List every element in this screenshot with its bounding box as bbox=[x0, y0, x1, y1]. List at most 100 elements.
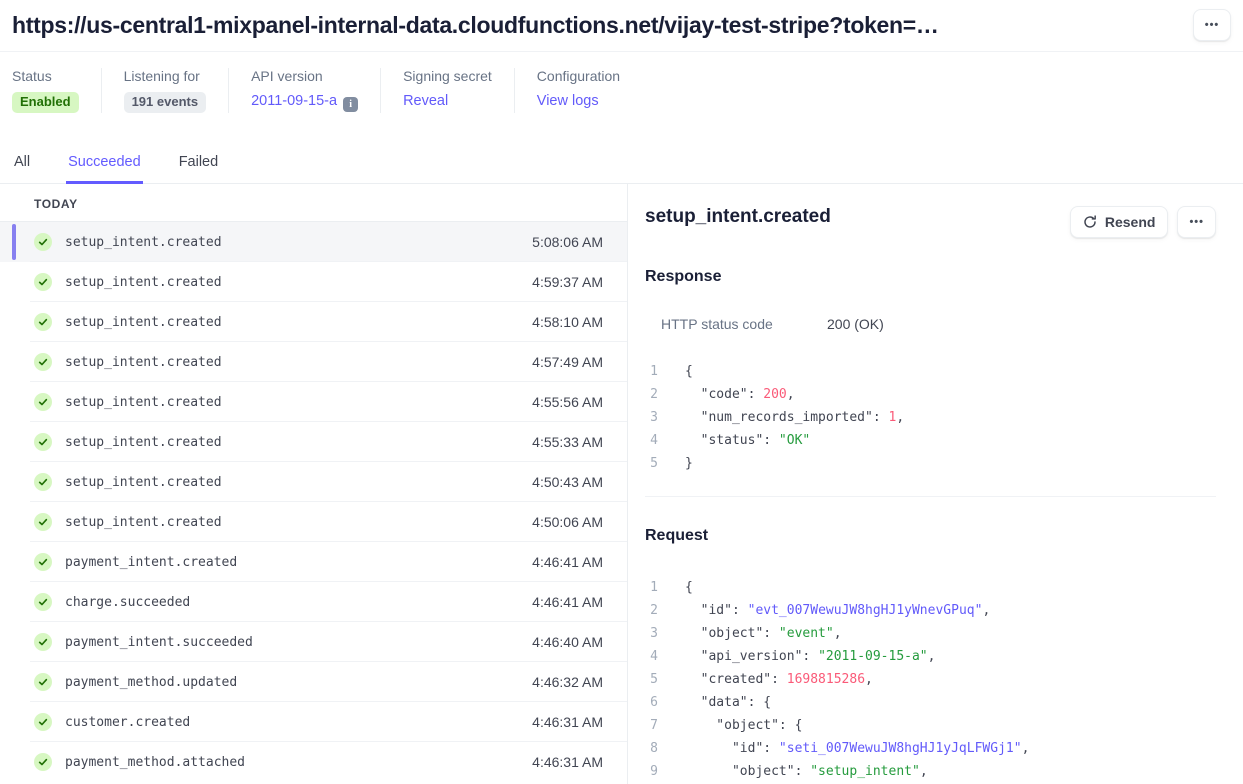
detail-actions: Resend ••• bbox=[1070, 206, 1216, 238]
event-time: 4:46:32 AM bbox=[532, 674, 603, 690]
code-token: "object": bbox=[685, 764, 810, 779]
code-line: 6 "data": { bbox=[645, 691, 1216, 714]
code-line: 4 "api_version": "2011-09-15-a", bbox=[645, 645, 1216, 668]
meta-link[interactable]: 2011-09-15-a bbox=[251, 93, 337, 109]
success-check-icon bbox=[34, 393, 52, 411]
event-type-label: payment_method.updated bbox=[65, 675, 237, 690]
code-line: 7 "object": { bbox=[645, 714, 1216, 737]
meta-item: API version 2011-09-15-a i bbox=[228, 68, 380, 113]
event-time: 4:46:41 AM bbox=[532, 594, 603, 610]
code-line-number: 4 bbox=[645, 429, 658, 452]
success-check-icon bbox=[34, 553, 52, 571]
event-type-label: setup_intent.created bbox=[65, 435, 222, 450]
meta-label: API version bbox=[251, 68, 358, 84]
response-section-heading: Response bbox=[645, 268, 1216, 286]
event-time: 4:59:37 AM bbox=[532, 274, 603, 290]
event-list-row[interactable]: payment_method.updated 4:46:32 AM bbox=[0, 662, 627, 702]
code-line-content: "status": "OK" bbox=[685, 429, 810, 452]
code-token: "seti_007WewuJW8hgHJ1yJqLFWGj1" bbox=[779, 741, 1022, 756]
selected-row-indicator bbox=[12, 224, 16, 260]
event-list-row[interactable]: customer.created 4:46:31 AM bbox=[0, 702, 627, 742]
event-type-label: payment_intent.succeeded bbox=[65, 635, 253, 650]
section-divider bbox=[645, 496, 1216, 497]
event-list-row[interactable]: setup_intent.created 4:50:43 AM bbox=[0, 462, 627, 502]
event-time: 4:46:31 AM bbox=[532, 754, 603, 770]
code-line: 5 "created": 1698815286, bbox=[645, 668, 1216, 691]
meta-link[interactable]: Reveal bbox=[403, 93, 448, 109]
main-split: TODAY setup_intent.created 5:08:06 AM se… bbox=[0, 184, 1243, 784]
code-token: "created": bbox=[685, 672, 787, 687]
list-date-header: TODAY bbox=[34, 197, 627, 211]
code-line-number: 7 bbox=[645, 714, 658, 737]
meta-item: Signing secret Reveal bbox=[380, 68, 514, 113]
code-token: "object": bbox=[685, 626, 779, 641]
code-line-number: 1 bbox=[645, 360, 658, 383]
success-check-icon bbox=[34, 233, 52, 251]
code-line: 4 "status": "OK" bbox=[645, 429, 1216, 452]
event-list-rows: setup_intent.created 5:08:06 AM setup_in… bbox=[0, 222, 627, 784]
success-check-icon bbox=[34, 313, 52, 331]
event-type-label: customer.created bbox=[65, 715, 190, 730]
code-token: "id": bbox=[685, 603, 748, 618]
ellipsis-icon: ••• bbox=[1205, 19, 1220, 31]
event-list-row[interactable]: payment_method.attached 4:46:31 AM bbox=[0, 742, 627, 782]
code-line-content: "id": "evt_007WewuJW8hgHJ1yWnevGPuq", bbox=[685, 599, 990, 622]
event-time: 4:55:33 AM bbox=[532, 434, 603, 450]
code-token: , bbox=[928, 649, 936, 664]
code-line-number: 2 bbox=[645, 383, 658, 406]
success-check-icon bbox=[34, 753, 52, 771]
tab-all[interactable]: All bbox=[12, 148, 32, 184]
detail-overflow-button[interactable]: ••• bbox=[1177, 206, 1216, 238]
code-token: "code": bbox=[685, 387, 763, 402]
endpoint-url-title: https://us-central1-mixpanel-internal-da… bbox=[12, 8, 939, 42]
event-time: 4:50:43 AM bbox=[532, 474, 603, 490]
event-list-row[interactable]: payment_intent.created 4:46:41 AM bbox=[0, 542, 627, 582]
code-token: "id": bbox=[685, 741, 779, 756]
event-type-label: setup_intent.created bbox=[65, 315, 222, 330]
success-check-icon bbox=[34, 593, 52, 611]
event-detail-title: setup_intent.created bbox=[645, 206, 831, 228]
event-list-row[interactable]: setup_intent.created 4:55:56 AM bbox=[0, 382, 627, 422]
response-code-block: 1 { 2 "code": 200, 3 "num_records_import… bbox=[645, 360, 1216, 475]
code-token: "2011-09-15-a" bbox=[818, 649, 928, 664]
code-line-content: "data": { bbox=[685, 691, 771, 714]
meta-label: Configuration bbox=[537, 68, 620, 84]
code-line-content: { bbox=[685, 360, 693, 383]
code-token: "status": bbox=[685, 433, 779, 448]
code-line: 8 "id": "seti_007WewuJW8hgHJ1yJqLFWGj1", bbox=[645, 737, 1216, 760]
code-line-content: "object": { bbox=[685, 714, 802, 737]
meta-link[interactable]: View logs bbox=[537, 93, 599, 109]
event-type-label: charge.succeeded bbox=[65, 595, 190, 610]
event-list-row[interactable]: setup_intent.created 5:08:06 AM bbox=[0, 222, 627, 262]
success-check-icon bbox=[34, 513, 52, 531]
event-list-row[interactable]: setup_intent.created 4:58:10 AM bbox=[0, 302, 627, 342]
event-type-label: payment_method.attached bbox=[65, 755, 245, 770]
event-type-label: setup_intent.created bbox=[65, 275, 222, 290]
meta-label: Status bbox=[12, 68, 79, 84]
http-status-label: HTTP status code bbox=[661, 316, 827, 332]
resend-button[interactable]: Resend bbox=[1070, 206, 1169, 238]
code-line-number: 3 bbox=[645, 406, 658, 429]
code-line: 5 } bbox=[645, 452, 1216, 475]
code-line-number: 8 bbox=[645, 737, 658, 760]
event-list-row[interactable]: payment_intent.succeeded 4:46:40 AM bbox=[0, 622, 627, 662]
event-list-row[interactable]: setup_intent.created 4:59:37 AM bbox=[0, 262, 627, 302]
code-token: "event" bbox=[779, 626, 834, 641]
code-line-content: "code": 200, bbox=[685, 383, 795, 406]
tab-succeeded[interactable]: Succeeded bbox=[66, 148, 143, 184]
event-list-row[interactable]: charge.succeeded 4:46:41 AM bbox=[0, 582, 627, 622]
event-time: 4:46:40 AM bbox=[532, 634, 603, 650]
tab-failed[interactable]: Failed bbox=[177, 148, 221, 184]
header-overflow-button[interactable]: ••• bbox=[1193, 9, 1231, 41]
meta-label: Listening for bbox=[124, 68, 207, 84]
code-line-content: "api_version": "2011-09-15-a", bbox=[685, 645, 935, 668]
info-icon[interactable]: i bbox=[343, 97, 358, 112]
event-list-row[interactable]: setup_intent.created 4:50:06 AM bbox=[0, 502, 627, 542]
code-line-content: "object": "setup_intent", bbox=[685, 760, 928, 783]
http-status-row: HTTP status code 200 (OK) bbox=[661, 316, 1216, 332]
event-list-row[interactable]: setup_intent.created 4:57:49 AM bbox=[0, 342, 627, 382]
code-line-number: 1 bbox=[645, 576, 658, 599]
code-token: "num_records_imported": bbox=[685, 410, 889, 425]
event-list-row[interactable]: setup_intent.created 4:55:33 AM bbox=[0, 422, 627, 462]
code-line-number: 5 bbox=[645, 668, 658, 691]
